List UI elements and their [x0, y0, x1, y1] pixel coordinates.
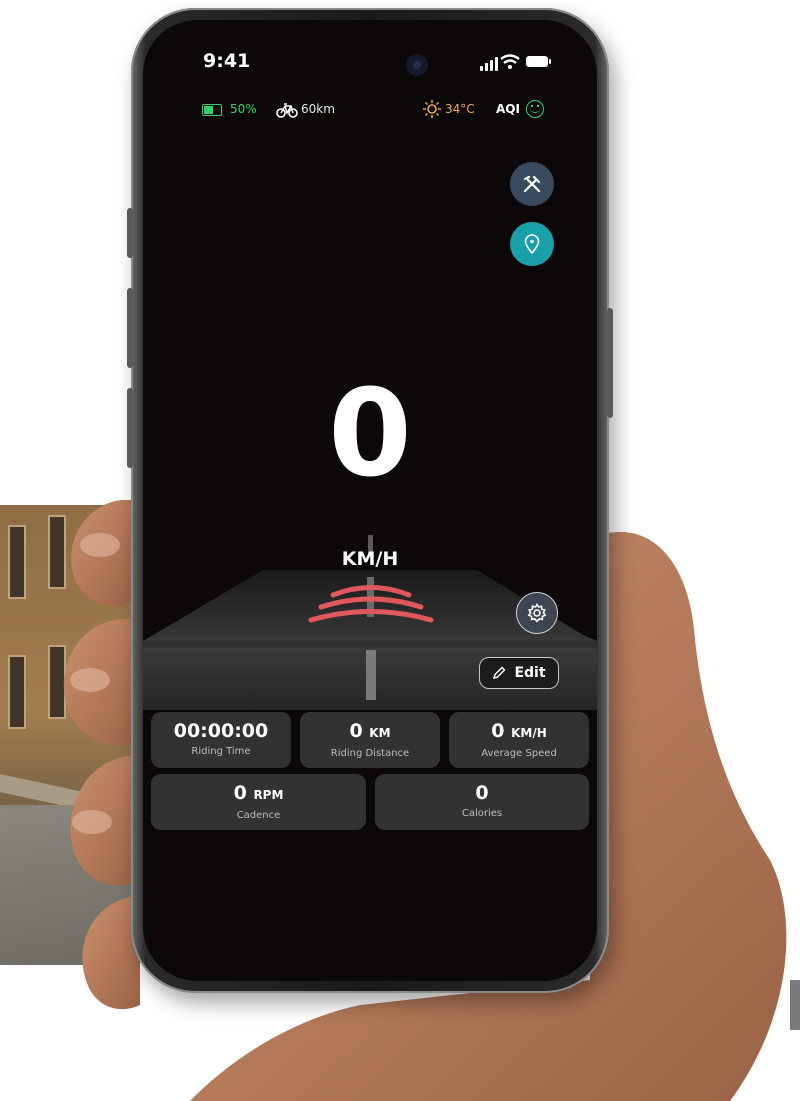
stat-value: 0 KM [349, 720, 391, 742]
edit-button-label: Edit [514, 665, 546, 681]
stat-card-calories[interactable]: 0 Calories [375, 774, 589, 830]
range-value: 60km [301, 102, 335, 116]
stat-value: 0 [475, 782, 489, 804]
phone-frame: 9:41 50% 60km 34°C AQI 0 KM/H Edit 00:00… [127, 8, 613, 993]
bicycle-icon [276, 103, 298, 118]
aqi-smiley-icon [526, 100, 544, 118]
stat-label: Riding Time [191, 746, 251, 757]
stat-unit: KM [369, 726, 391, 740]
gear-icon [527, 603, 547, 623]
navigation-button[interactable] [510, 222, 554, 266]
stat-card-riding-time[interactable]: 00:00:00 Riding Time [151, 712, 291, 768]
aqi-label: AQI [496, 102, 520, 116]
stat-value: 00:00:00 [173, 720, 269, 742]
location-pin-icon [524, 234, 540, 254]
ride-info-bar: 50% 60km 34°C AQI [143, 100, 597, 120]
stat-label: Cadence [236, 810, 281, 821]
stat-label: Average Speed [481, 748, 557, 759]
tools-button[interactable] [510, 162, 554, 206]
sun-icon [423, 100, 441, 118]
stat-label: Calories [461, 808, 503, 819]
signal-icon [480, 57, 498, 71]
stat-card-average-speed[interactable]: 0 KM/H Average Speed [449, 712, 589, 768]
stat-label: Riding Distance [330, 748, 410, 759]
battery-icon [526, 56, 551, 67]
stat-card-riding-distance[interactable]: 0 KM Riding Distance [300, 712, 440, 768]
stat-card-cadence[interactable]: 0 RPM Cadence [151, 774, 366, 830]
stat-unit: RPM [253, 788, 284, 802]
wifi-icon [500, 54, 520, 69]
pencil-icon [493, 666, 506, 680]
app-screen: 9:41 50% 60km 34°C AQI 0 KM/H Edit 00:00… [143, 20, 597, 981]
stat-value: 0 KM/H [491, 720, 547, 742]
stat-value: 0 RPM [233, 782, 284, 804]
battery-percent: 50% [230, 102, 257, 116]
edit-button[interactable]: Edit [479, 657, 559, 689]
settings-button[interactable] [516, 592, 558, 634]
speed-unit: KM/H [341, 548, 399, 570]
stat-unit: KM/H [511, 726, 547, 740]
bike-battery-icon [202, 104, 222, 116]
status-time: 9:41 [203, 50, 251, 72]
front-camera [406, 54, 428, 76]
current-speed: 0 [328, 365, 412, 504]
temperature: 34°C [445, 102, 475, 116]
tools-icon [523, 175, 541, 193]
edge-decoration [790, 980, 800, 1030]
